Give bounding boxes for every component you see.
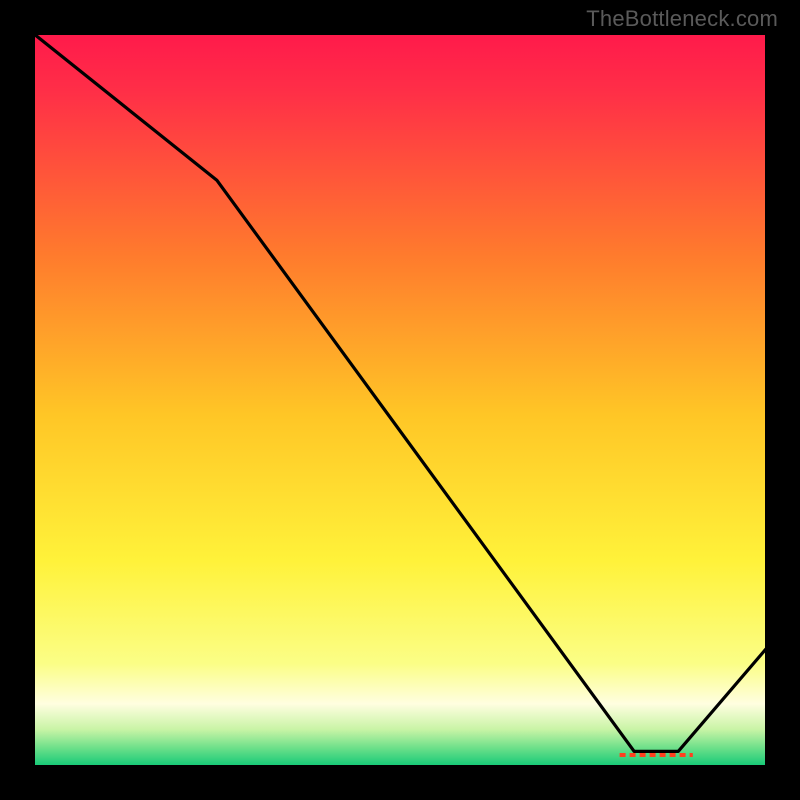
plot-background xyxy=(34,34,766,766)
chart-container xyxy=(30,30,770,770)
watermark-text: TheBottleneck.com xyxy=(586,6,778,32)
chart-svg xyxy=(30,30,770,770)
